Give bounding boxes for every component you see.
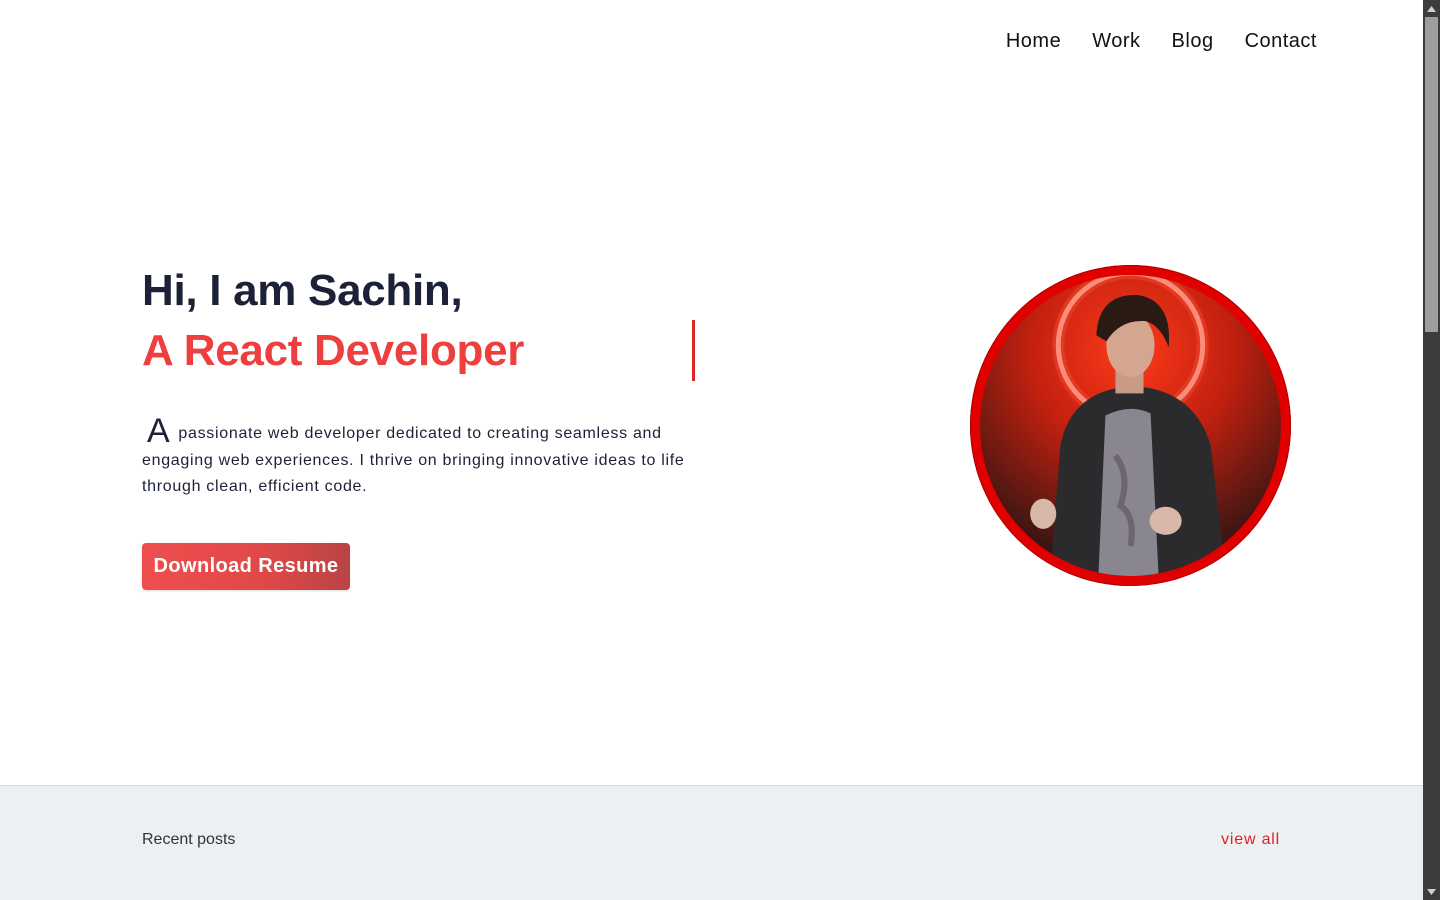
avatar-frame bbox=[970, 265, 1291, 586]
top-nav: Home Work Blog Contact bbox=[975, 28, 1317, 54]
nav-home-link[interactable]: Home bbox=[1006, 28, 1061, 54]
avatar bbox=[980, 275, 1281, 576]
hero-role: A React Developer bbox=[142, 326, 525, 375]
description-text: passionate web developer dedicated to cr… bbox=[142, 425, 685, 495]
avatar-photo bbox=[980, 275, 1281, 576]
triangle-down-icon[interactable] bbox=[1423, 883, 1440, 900]
nav-contact-link[interactable]: Contact bbox=[1245, 28, 1317, 54]
nav-blog-link[interactable]: Blog bbox=[1172, 28, 1214, 54]
nav-work-link[interactable]: Work bbox=[1092, 28, 1140, 54]
scrollbar-thumb[interactable] bbox=[1425, 17, 1438, 332]
recent-posts-title: Recent posts bbox=[142, 831, 236, 848]
view-all-link[interactable]: view all bbox=[1221, 831, 1280, 849]
typing-cursor bbox=[692, 320, 695, 381]
hero-greeting: Hi, I am Sachin, bbox=[142, 266, 463, 315]
triangle-up-icon[interactable] bbox=[1423, 0, 1440, 17]
vertical-scrollbar[interactable] bbox=[1423, 0, 1440, 900]
page: Home Work Blog Contact Hi, I am Sachin, … bbox=[0, 0, 1423, 900]
recent-posts-section: Recent posts view all bbox=[0, 785, 1423, 900]
hero-description: Apassionate web developer dedicated to c… bbox=[142, 414, 722, 499]
description-dropcap: A bbox=[147, 412, 171, 450]
download-resume-button[interactable]: Download Resume bbox=[142, 543, 350, 590]
